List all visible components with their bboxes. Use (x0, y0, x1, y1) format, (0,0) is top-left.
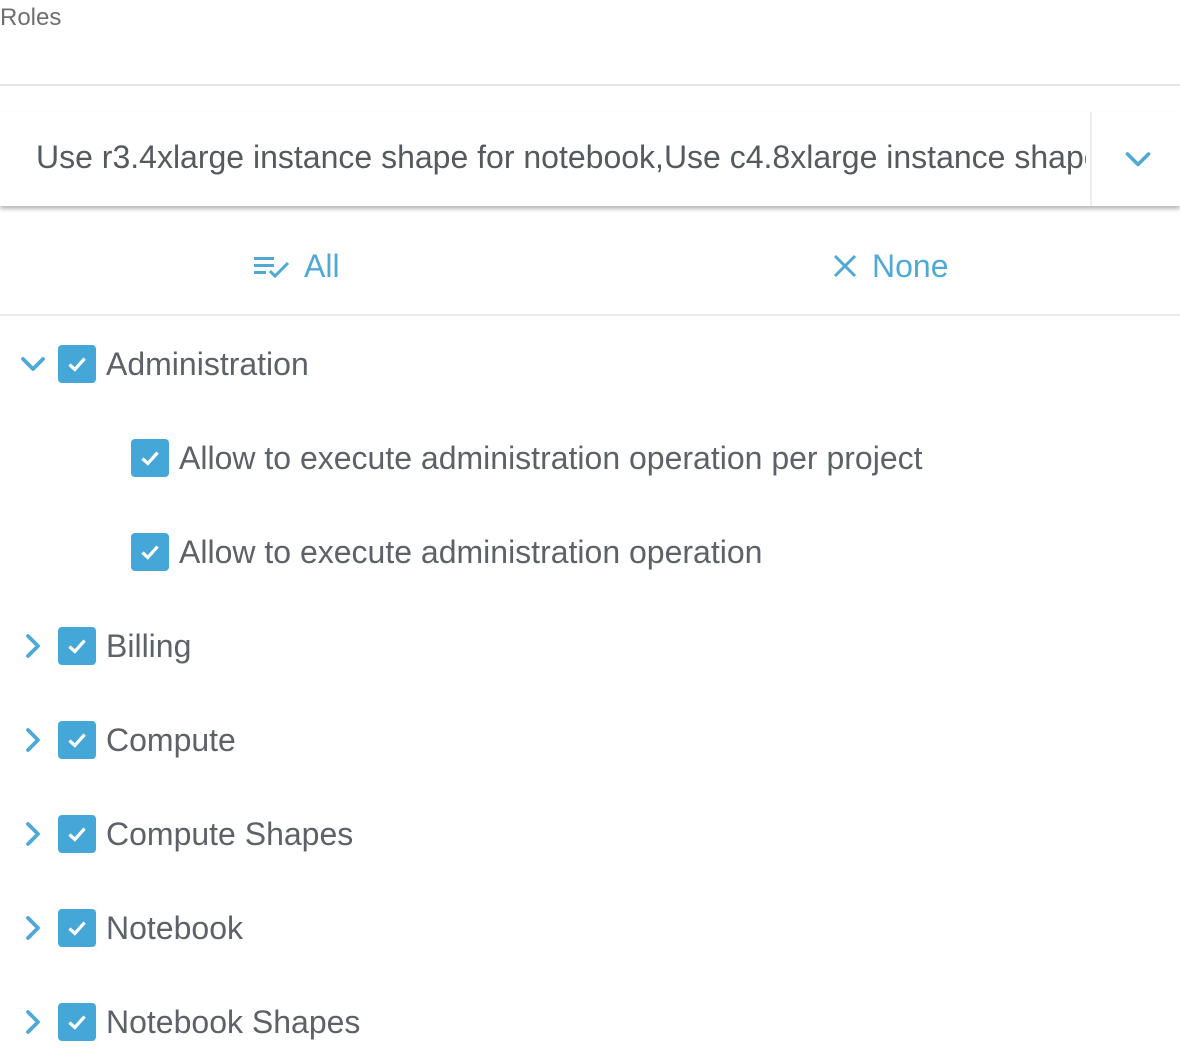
checkbox-billing[interactable] (58, 627, 96, 665)
tree-group-label: Billing (106, 627, 192, 664)
chevron-right-icon[interactable] (18, 1007, 48, 1037)
tree-group-notebook-shapes[interactable]: Notebook Shapes (0, 992, 360, 1052)
divider (0, 84, 1180, 86)
tree-item-admin-per-project[interactable]: Allow to execute administration operatio… (131, 428, 923, 488)
checkmark-icon (68, 357, 86, 372)
divider (0, 314, 1180, 316)
checkbox-admin-per-project[interactable] (131, 439, 169, 477)
select-none-label: None (872, 247, 949, 284)
checkmark-icon (68, 733, 86, 748)
checkbox-compute[interactable] (58, 721, 96, 759)
roles-panel: Roles Use r3.4xlarge instance shape for … (0, 0, 1180, 1060)
roles-multiselect[interactable]: Use r3.4xlarge instance shape for notebo… (0, 112, 1180, 206)
checkbox-notebook[interactable] (58, 909, 96, 947)
chevron-right-icon[interactable] (18, 631, 48, 661)
select-none-button[interactable]: None (830, 232, 949, 300)
tree-item-label: Allow to execute administration operatio… (179, 533, 763, 570)
checkmark-icon (68, 921, 86, 936)
checkbox-notebook-shapes[interactable] (58, 1003, 96, 1041)
chevron-right-icon[interactable] (18, 913, 48, 943)
select-actions: All None (0, 232, 1180, 300)
tree-group-label: Compute Shapes (106, 815, 354, 852)
tree-group-billing[interactable]: Billing (0, 616, 191, 676)
tree-group-administration[interactable]: Administration (0, 334, 309, 394)
tree-group-label: Notebook Shapes (106, 1003, 361, 1040)
checkmark-icon (68, 639, 86, 654)
tree-group-label: Administration (106, 345, 309, 382)
tree-group-label: Compute (106, 721, 236, 758)
close-icon (833, 254, 857, 278)
tree-item-label: Allow to execute administration operatio… (179, 439, 923, 476)
select-all-button[interactable]: All (252, 232, 340, 300)
select-separator (1090, 112, 1092, 206)
chevron-down-icon[interactable] (1120, 142, 1156, 178)
tree-group-compute[interactable]: Compute (0, 710, 236, 770)
tree-group-notebook[interactable]: Notebook (0, 898, 243, 958)
checkbox-compute-shapes[interactable] (58, 815, 96, 853)
tree-group-compute-shapes[interactable]: Compute Shapes (0, 804, 353, 864)
tree-group-label: Notebook (106, 909, 243, 946)
select-all-label: All (304, 247, 340, 284)
chevron-right-icon[interactable] (18, 819, 48, 849)
roles-label: Roles (0, 4, 62, 31)
checkmark-icon (141, 545, 159, 560)
select-value: Use r3.4xlarge instance shape for notebo… (36, 139, 1086, 175)
checkmark-icon (141, 451, 159, 466)
checkmark-icon (68, 1015, 86, 1030)
checkbox-administration[interactable] (58, 345, 96, 383)
checkbox-admin-operation[interactable] (131, 533, 169, 571)
tree-item-admin-operation[interactable]: Allow to execute administration operatio… (131, 522, 762, 582)
chevron-down-icon[interactable] (18, 349, 48, 379)
chevron-right-icon[interactable] (18, 725, 48, 755)
checklist-icon (254, 257, 290, 279)
checkmark-icon (68, 827, 86, 842)
